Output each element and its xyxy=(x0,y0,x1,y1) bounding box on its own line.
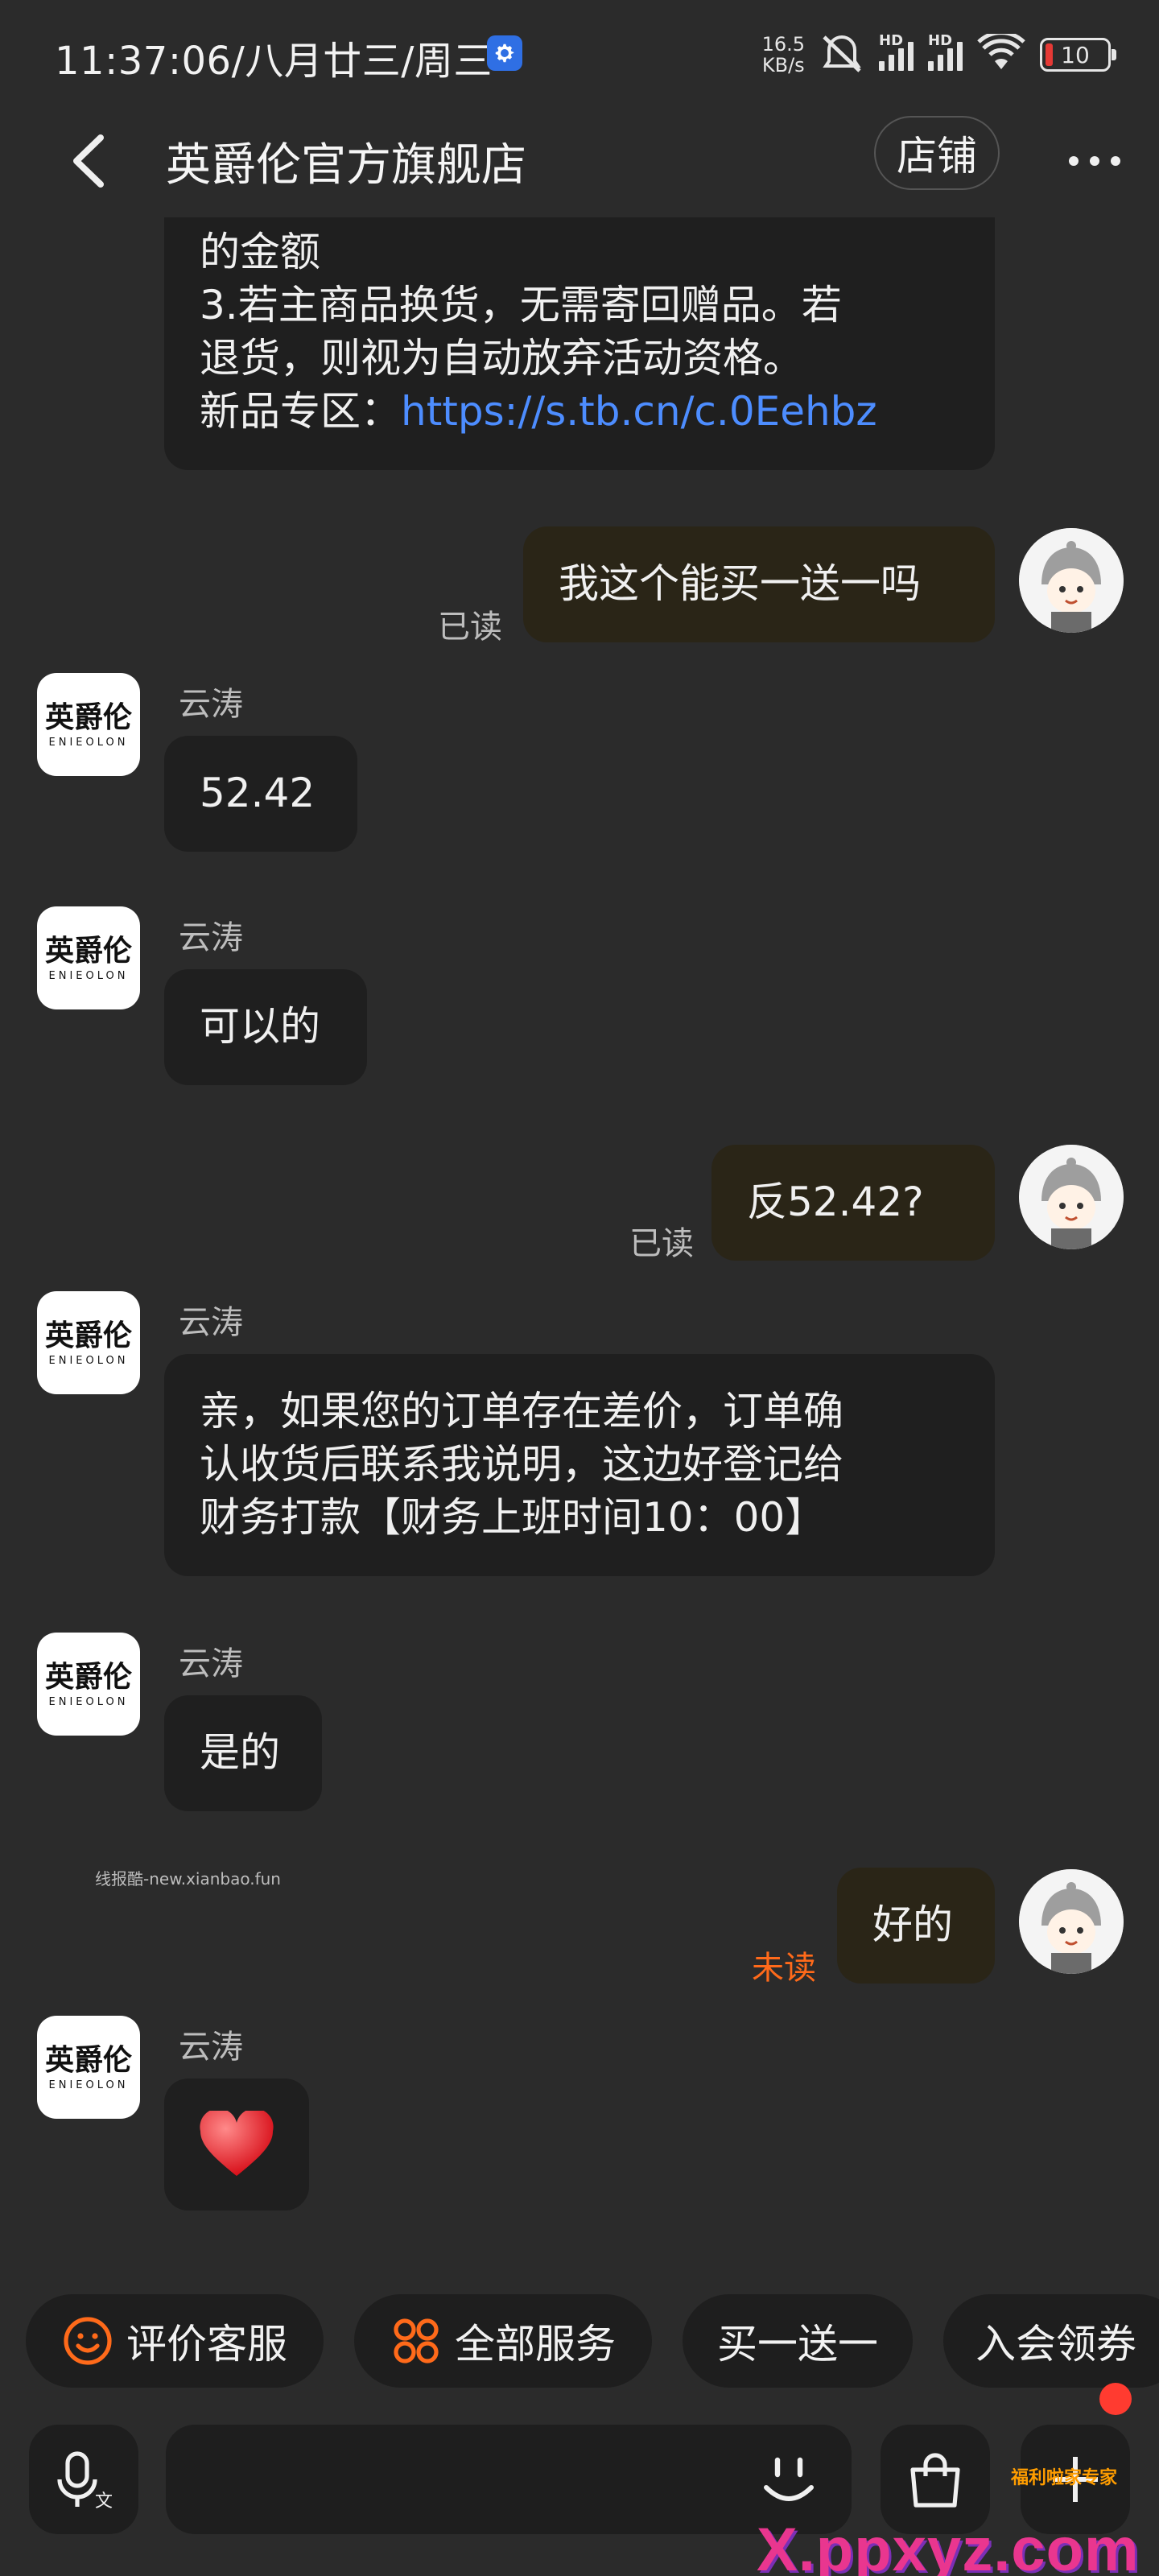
message-line: 的金额 xyxy=(200,229,320,275)
shop-avatar-en: ENIEOLON xyxy=(48,969,129,982)
message-bubble[interactable]: 是的 xyxy=(164,1695,322,1811)
message-bubble[interactable]: 我这个能买一送一吗 xyxy=(523,526,995,642)
sim2-hd-label: HD xyxy=(928,32,953,49)
back-button[interactable] xyxy=(56,122,121,200)
signal-icon-sim1: HD xyxy=(879,32,914,71)
shop-avatar-en: ENIEOLON xyxy=(48,1354,129,1367)
net-speed-value: 16.5 xyxy=(761,33,805,56)
battery-icon: 10 xyxy=(1040,38,1116,72)
more-options-button[interactable] xyxy=(1054,122,1135,200)
message-text: 反52.42? xyxy=(747,1179,924,1225)
notification-dot xyxy=(1099,2383,1132,2415)
shop-avatar-cn: 英爵伦 xyxy=(44,1318,132,1352)
shop-avatar-en: ENIEOLON xyxy=(48,1695,129,1708)
shop-avatar-cn: 英爵伦 xyxy=(44,1659,132,1694)
chip-label: 买一送一 xyxy=(717,2321,878,2368)
shop-avatar[interactable]: 英爵伦 ENIEOLON xyxy=(37,2016,140,2119)
message-text: 52.42 xyxy=(200,770,316,816)
unread-status: 未读 xyxy=(752,1950,816,1987)
message-line: 亲，如果您的订单存在差价，订单确 xyxy=(200,1388,843,1435)
message-line: 新品专区：https://s.tb.cn/c.0Eehbz xyxy=(200,385,959,438)
shop-avatar-cn: 英爵伦 xyxy=(44,933,132,968)
wifi-icon xyxy=(977,31,1025,76)
message-text: 新品专区： xyxy=(200,388,401,435)
more-dot-icon xyxy=(1111,156,1120,166)
shop-avatar[interactable]: 英爵伦 ENIEOLON xyxy=(37,673,140,776)
user-avatar[interactable] xyxy=(1019,1869,1124,1974)
chip-label: 入会领券 xyxy=(975,2321,1136,2368)
brand-watermark: X.ppxyz.com xyxy=(757,2516,1140,2576)
heart-icon xyxy=(200,2111,274,2176)
emoji-button[interactable] xyxy=(740,2439,837,2520)
shop-avatar-cn: 英爵伦 xyxy=(44,2042,132,2077)
shop-avatar-en: ENIEOLON xyxy=(48,2079,129,2091)
chip-label: 评价客服 xyxy=(126,2321,287,2368)
message-text: 可以的 xyxy=(200,1003,320,1050)
shop-avatar[interactable]: 英爵伦 ENIEOLON xyxy=(37,1291,140,1394)
voice-input-button[interactable]: 文 xyxy=(29,2425,138,2534)
net-speed: 16.5 KB/s xyxy=(762,34,805,76)
brand-watermark-tag: 福利啦家专家 xyxy=(1011,2468,1118,2488)
more-dot-icon xyxy=(1090,156,1099,166)
shop-avatar[interactable]: 英爵伦 ENIEOLON xyxy=(37,1633,140,1736)
sender-name: 云涛 xyxy=(179,1645,243,1682)
svg-text:文: 文 xyxy=(95,2491,113,2512)
user-avatar[interactable] xyxy=(1019,1145,1124,1249)
chevron-left-icon xyxy=(73,134,104,188)
message-text: 好的 xyxy=(872,1901,953,1948)
message-bubble[interactable]: 亲，如果您的订单存在差价，订单确 认收货后联系我说明，这边好登记给 财务打款【财… xyxy=(164,1354,995,1576)
smile-icon xyxy=(64,2317,112,2365)
net-speed-unit: KB/s xyxy=(761,54,805,76)
sim1-hd-label: HD xyxy=(879,32,904,49)
message-bubble[interactable]: 可以的 xyxy=(164,969,367,1085)
page-title: 英爵伦官方旗舰店 xyxy=(166,139,526,192)
signal-icon-sim2: HD xyxy=(928,32,963,71)
message-line: 退货，则视为自动放弃活动资格。 xyxy=(200,335,803,382)
shop-avatar-en: ENIEOLON xyxy=(48,736,129,749)
chip-join-member-coupon[interactable]: 入会领券 xyxy=(943,2294,1159,2388)
message-bubble[interactable]: 好的 xyxy=(837,1868,995,1984)
shopping-bag-icon xyxy=(910,2453,960,2508)
message-bubble[interactable] xyxy=(164,2079,309,2211)
title-bar: 英爵伦官方旗舰店 店铺 xyxy=(0,105,1159,217)
read-status: 已读 xyxy=(438,609,502,646)
shop-avatar[interactable]: 英爵伦 ENIEOLON xyxy=(37,906,140,1009)
emoji-face-icon xyxy=(764,2457,814,2501)
message-bubble[interactable]: 52.42 xyxy=(164,736,357,852)
grid-icon xyxy=(394,2318,439,2363)
mute-icon xyxy=(819,32,864,77)
message-link[interactable]: https://s.tb.cn/c.0Eehbz xyxy=(401,388,877,435)
sender-name: 云涛 xyxy=(179,2029,243,2066)
message-text: 是的 xyxy=(200,1729,280,1776)
message-line: 认收货后联系我说明，这边好登记给 xyxy=(200,1441,843,1488)
chip-label: 全部服务 xyxy=(455,2321,616,2368)
sender-name: 云涛 xyxy=(179,686,243,723)
chip-rate-service[interactable]: 评价客服 xyxy=(26,2294,324,2388)
status-time: 11:37:06/八月廿三/周三 xyxy=(55,39,493,84)
more-dot-icon xyxy=(1069,156,1079,166)
battery-level: 10 xyxy=(1061,41,1090,68)
status-bar: 11:37:06/八月廿三/周三 16.5 KB/s HD HD 10 xyxy=(0,0,1159,105)
chat-area[interactable]: 的金额 3.若主商品换货，无需寄回赠品。若 退货，则视为自动放弃活动资格。 新品… xyxy=(0,217,1159,2262)
shop-avatar-cn: 英爵伦 xyxy=(44,700,132,734)
message-line: 3.若主商品换货，无需寄回赠品。若 xyxy=(200,282,842,328)
source-watermark: 线报酷-new.xianbao.fun xyxy=(95,1869,281,1889)
chip-buy-one-get-one[interactable]: 买一送一 xyxy=(683,2294,913,2388)
message-text: 我这个能买一送一吗 xyxy=(559,560,921,607)
message-bubble[interactable]: 反52.42? xyxy=(711,1145,995,1261)
shop-button[interactable]: 店铺 xyxy=(874,116,1000,190)
chip-all-services[interactable]: 全部服务 xyxy=(354,2294,652,2388)
gear-icon xyxy=(487,35,522,71)
microphone-icon: 文 xyxy=(57,2451,113,2512)
user-avatar[interactable] xyxy=(1019,528,1124,633)
read-status: 已读 xyxy=(629,1225,694,1262)
message-line: 财务打款【财务上班时间10：00】 xyxy=(200,1494,826,1541)
sender-name: 云涛 xyxy=(179,1304,243,1341)
quick-reply-bar: 评价客服 全部服务 买一送一 入会领券 xyxy=(0,2294,1159,2391)
message-bubble[interactable]: 的金额 3.若主商品换货，无需寄回赠品。若 退货，则视为自动放弃活动资格。 新品… xyxy=(164,217,995,470)
sender-name: 云涛 xyxy=(179,919,243,956)
